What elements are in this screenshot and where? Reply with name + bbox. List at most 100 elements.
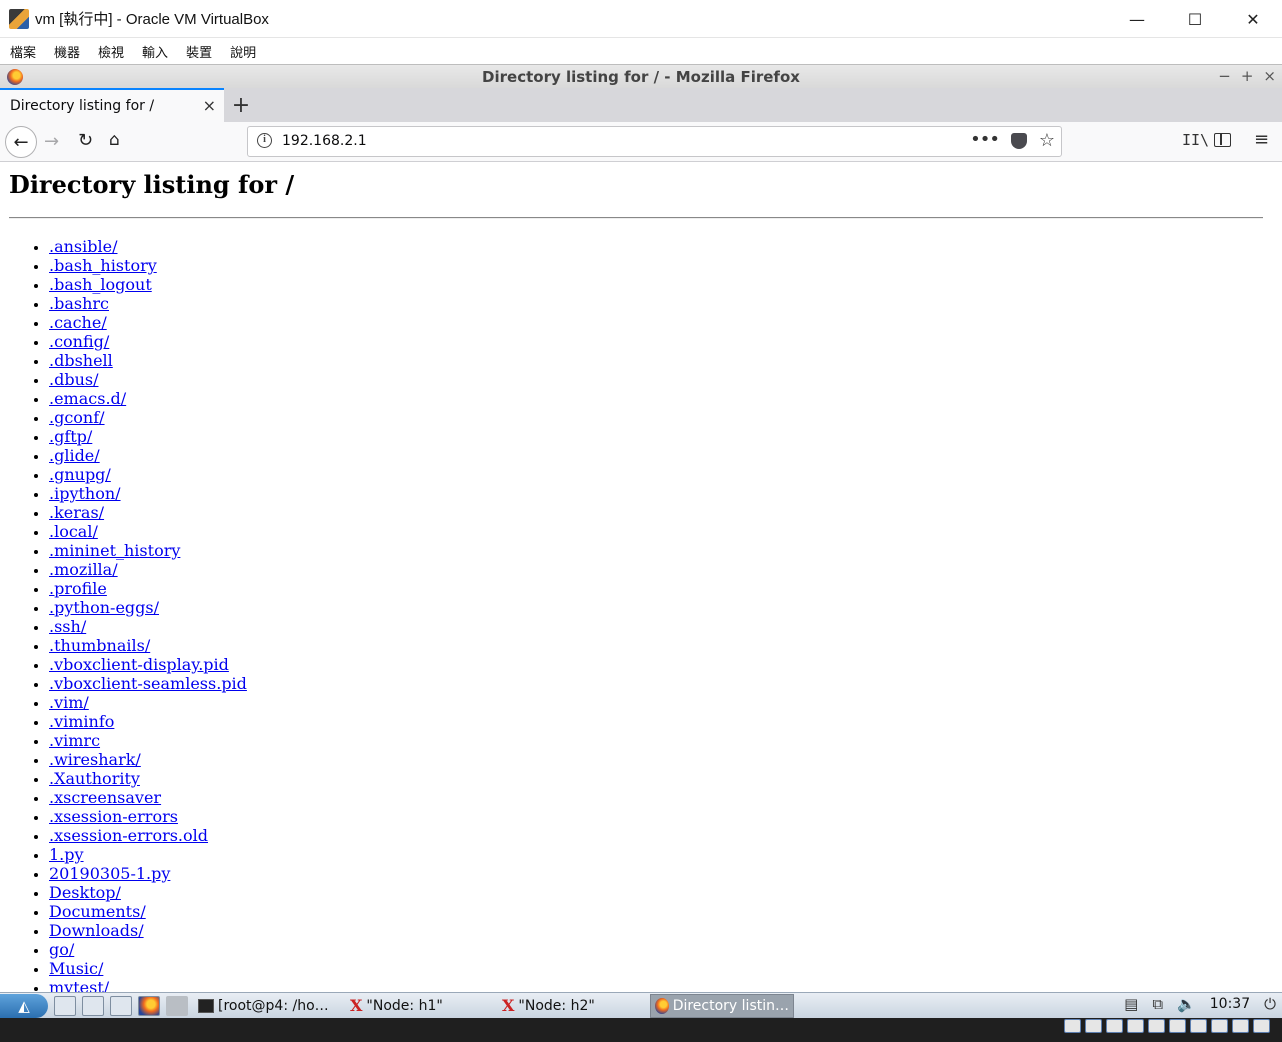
site-info-icon[interactable]: i — [257, 133, 272, 148]
directory-entry-link[interactable]: .gftp/ — [49, 427, 92, 446]
directory-entry-link[interactable]: .xsession-errors — [49, 807, 178, 826]
display-icon[interactable] — [1190, 1019, 1207, 1033]
directory-entry-link[interactable]: .gconf/ — [49, 408, 105, 427]
clipboard-icon[interactable]: ▤ — [1124, 995, 1138, 1013]
recording-icon[interactable] — [1211, 1019, 1228, 1033]
task-firefox[interactable]: Directory listin… — [650, 993, 794, 1018]
hamburger-menu-icon[interactable]: ≡ — [1254, 129, 1269, 150]
library-icon[interactable]: II\ — [1182, 131, 1209, 149]
directory-entry-link[interactable]: .thumbnails/ — [49, 636, 150, 655]
start-menu-button[interactable]: ◭ — [0, 993, 48, 1018]
reload-button[interactable]: ↻ — [78, 130, 93, 151]
directory-entry-link[interactable]: Downloads/ — [49, 921, 144, 940]
directory-entry-link[interactable]: .profile — [49, 579, 107, 598]
firefox-window-title: Directory listing for / - Mozilla Firefo… — [482, 67, 800, 86]
directory-entry-link[interactable]: .keras/ — [49, 503, 104, 522]
maximize-button[interactable]: ☐ — [1166, 0, 1224, 38]
close-button[interactable]: ✕ — [1224, 0, 1282, 38]
directory-entry-link[interactable]: .local/ — [49, 522, 98, 541]
directory-entry-link[interactable]: .vimrc — [49, 731, 100, 750]
mouse-integration-icon[interactable] — [1232, 1019, 1249, 1033]
directory-entry-link[interactable]: .bash_logout — [49, 275, 152, 294]
directory-entry-link[interactable]: .mininet_history — [49, 541, 180, 560]
new-tab-button[interactable]: + — [224, 88, 258, 122]
directory-entry-link[interactable]: .wireshark/ — [49, 750, 141, 769]
page-content: Directory listing for / .ansible/.bash_h… — [0, 162, 1282, 992]
task-node-h2[interactable]: X "Node: h2" — [498, 994, 644, 1018]
menu-devices[interactable]: 裝置 — [186, 42, 212, 61]
directory-entry-link[interactable]: .bashrc — [49, 294, 109, 313]
network-icon[interactable]: ⧉ — [1152, 995, 1163, 1013]
directory-entry-link[interactable]: .dbshell — [49, 351, 113, 370]
directory-entry-link[interactable]: .glide/ — [49, 446, 100, 465]
directory-entry-link[interactable]: 1.py — [49, 845, 84, 864]
power-icon[interactable]: ⏻ — [1264, 995, 1276, 1013]
ff-maximize-button[interactable]: + — [1241, 67, 1254, 85]
directory-entry-link[interactable]: .gnupg/ — [49, 465, 111, 484]
firefox-titlebar: Directory listing for / - Mozilla Firefo… — [0, 64, 1282, 88]
directory-entry-link[interactable]: .Xauthority — [49, 769, 140, 788]
directory-entry-link[interactable]: .viminfo — [49, 712, 114, 731]
menu-input[interactable]: 輸入 — [142, 42, 168, 61]
sidebar-icon[interactable] — [1214, 133, 1231, 147]
directory-entry-link[interactable]: .bash_history — [49, 256, 157, 275]
menu-machine[interactable]: 機器 — [54, 42, 80, 61]
tab-bar: Directory listing for / × + — [0, 88, 1282, 122]
menu-view[interactable]: 檢視 — [98, 42, 124, 61]
directory-entry-link[interactable]: Music/ — [49, 959, 103, 978]
window-controls: — ☐ ✕ — [1108, 0, 1282, 38]
usb-icon[interactable] — [1148, 1019, 1165, 1033]
shared-folder-icon[interactable] — [1169, 1019, 1186, 1033]
home-button[interactable]: ⌂ — [109, 130, 120, 150]
directory-entry-link[interactable]: .emacs.d/ — [49, 389, 126, 408]
directory-entry-link[interactable]: mytest/ — [49, 978, 109, 992]
clock[interactable]: 10:37 — [1210, 996, 1250, 1012]
directory-entry-link[interactable]: .xscreensaver — [49, 788, 161, 807]
directory-entry-link[interactable]: .ansible/ — [49, 237, 117, 256]
directory-entry-link[interactable]: .vboxclient-display.pid — [49, 655, 229, 674]
ff-close-button[interactable]: × — [1263, 67, 1276, 85]
network-adapter-icon[interactable] — [1127, 1019, 1144, 1033]
directory-entry-link[interactable]: .python-eggs/ — [49, 598, 159, 617]
bookmark-star-icon[interactable]: ☆ — [1039, 130, 1055, 151]
tab-directory-listing[interactable]: Directory listing for / × — [0, 88, 224, 122]
directory-entry-link[interactable]: .vim/ — [49, 693, 89, 712]
minimize-button[interactable]: — — [1108, 0, 1166, 38]
list-item: .local/ — [49, 522, 247, 541]
volume-icon[interactable]: 🔈 — [1177, 995, 1196, 1013]
url-bar[interactable]: i 192.168.2.1 ••• ☆ — [247, 126, 1062, 157]
file-manager-icon[interactable] — [82, 995, 104, 1016]
back-button[interactable]: ← — [5, 126, 37, 158]
firefox-window-controls: − + × — [1218, 67, 1276, 85]
keyboard-icon[interactable] — [1253, 1019, 1270, 1033]
directory-entry-link[interactable]: go/ — [49, 940, 74, 959]
pocket-icon[interactable] — [1011, 133, 1027, 149]
audio-icon[interactable] — [1106, 1019, 1123, 1033]
tab-close-icon[interactable]: × — [203, 96, 216, 115]
directory-entry-link[interactable]: .cache/ — [49, 313, 107, 332]
directory-entry-link[interactable]: .xsession-errors.old — [49, 826, 208, 845]
optical-drive-icon[interactable] — [1085, 1019, 1102, 1033]
task-terminal[interactable]: [root@p4: /ho… — [194, 994, 340, 1018]
hard-disk-icon[interactable] — [1064, 1019, 1081, 1033]
page-actions-icon[interactable]: ••• — [970, 129, 1000, 150]
task-label: "Node: h1" — [366, 997, 443, 1014]
directory-entry-link[interactable]: .config/ — [49, 332, 109, 351]
directory-entry-link[interactable]: .vboxclient-seamless.pid — [49, 674, 247, 693]
show-desktop-icon[interactable] — [54, 995, 76, 1016]
directory-entry-link[interactable]: 20190305-1.py — [49, 864, 170, 883]
firefox-launcher-icon[interactable] — [138, 995, 160, 1016]
window-icon[interactable] — [110, 995, 132, 1016]
directory-entry-link[interactable]: .ipython/ — [49, 484, 121, 503]
directory-entry-link[interactable]: .mozilla/ — [49, 560, 118, 579]
menu-help[interactable]: 說明 — [230, 42, 256, 61]
directory-entry-link[interactable]: Documents/ — [49, 902, 146, 921]
ff-minimize-button[interactable]: − — [1218, 67, 1231, 85]
forward-button[interactable]: → — [44, 131, 59, 152]
menu-file[interactable]: 檔案 — [10, 42, 36, 61]
url-input[interactable]: 192.168.2.1 — [282, 133, 367, 149]
directory-entry-link[interactable]: .dbus/ — [49, 370, 98, 389]
directory-entry-link[interactable]: .ssh/ — [49, 617, 86, 636]
directory-entry-link[interactable]: Desktop/ — [49, 883, 121, 902]
task-node-h1[interactable]: X "Node: h1" — [346, 994, 492, 1018]
